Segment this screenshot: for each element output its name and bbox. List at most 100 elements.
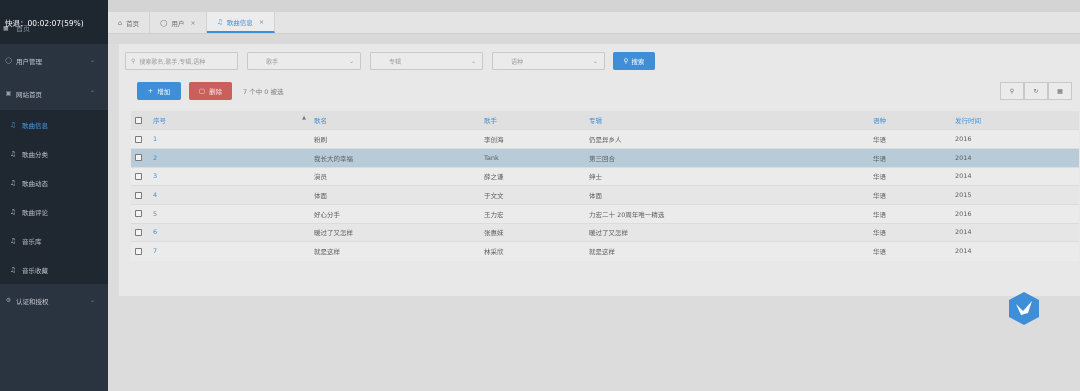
user-icon: ◯	[5, 57, 12, 64]
bird-logo-icon	[1009, 292, 1039, 325]
sidebar-header: ■ 首页 快退：00:02:07(59%)	[0, 0, 108, 44]
cell-singer: Tank	[480, 147, 585, 168]
music-icon: ♫	[10, 178, 16, 187]
language-select[interactable]: 语种 ⌄	[492, 52, 605, 70]
search-button-label: 搜索	[631, 58, 645, 66]
sort-up-icon[interactable]: ▲	[302, 115, 306, 121]
cell-song: 粉刷	[310, 129, 480, 149]
cell-release: 2014	[951, 222, 1079, 242]
playback-status-overlay: 快退：00:02:07(59%)	[5, 19, 84, 28]
cell-singer: 薛之谦	[480, 166, 585, 186]
row-checkbox[interactable]	[131, 241, 149, 261]
column-header-album[interactable]: 专辑	[585, 111, 869, 130]
tab-user[interactable]: ◯ 用户 ×	[150, 12, 207, 33]
sidebar-item-music-library[interactable]: ♫ 音乐库	[0, 226, 108, 255]
cell-language: 华语	[869, 166, 951, 186]
columns-button[interactable]: ▦	[1048, 82, 1072, 100]
sidebar: ■ 首页 快退：00:02:07(59%) ◯ 用户管理 ⌄ ▣ 网站首页 ⌃ …	[0, 0, 108, 391]
music-icon: ♫	[10, 120, 16, 129]
sidebar-item-song-info[interactable]: ♫ 歌曲信息	[0, 110, 108, 139]
refresh-button[interactable]: ↻	[1024, 82, 1048, 100]
cell-index: 5	[149, 203, 310, 224]
cell-song: 就是这样	[310, 241, 480, 261]
close-icon[interactable]: ×	[259, 18, 264, 26]
chevron-down-icon: ⌄	[592, 57, 598, 65]
filter-bar: ⚲ 搜索歌名,歌手,专辑,语种 歌手 ⌄ 专辑 ⌄ 语种 ⌄ ⚲ 搜索	[125, 52, 655, 70]
delete-button[interactable]: ▢ 删除	[189, 82, 232, 100]
row-checkbox[interactable]	[131, 166, 149, 186]
row-checkbox[interactable]	[131, 129, 149, 149]
home-icon: ⌂	[118, 18, 123, 27]
row-checkbox[interactable]	[131, 147, 149, 168]
cell-album: 力宏二十 20周年唯一精选	[585, 203, 869, 224]
album-placeholder: 专辑	[389, 58, 402, 66]
cell-singer: 李创海	[480, 129, 585, 149]
table-row[interactable]: 1 粉刷 李创海 仍是异乡人 华语 2016	[131, 129, 1079, 149]
column-header-singer[interactable]: 歌手	[480, 111, 585, 130]
sidebar-item-music-favorites[interactable]: ♫ 音乐收藏	[0, 255, 108, 284]
cell-language: 华语	[869, 185, 951, 205]
table-row[interactable]: 4 体面 于文文 体面 华语 2015	[131, 185, 1079, 205]
column-header-release[interactable]: 发行时间	[951, 111, 1079, 130]
cell-album: 仍是异乡人	[585, 129, 869, 149]
close-icon[interactable]: ×	[190, 19, 195, 27]
sidebar-item-label: 用户管理	[16, 57, 42, 66]
cell-language: 华语	[869, 222, 951, 242]
search-input[interactable]: ⚲ 搜索歌名,歌手,专辑,语种	[125, 52, 238, 70]
select-all-checkbox[interactable]	[131, 111, 149, 130]
column-header-song[interactable]: 歌名	[310, 111, 480, 130]
cell-album: 就是这样	[585, 241, 869, 261]
tabs: ⌂ 首页 ◯ 用户 × ♫ 歌曲信息 ×	[108, 12, 1080, 34]
cell-index: 4	[149, 185, 310, 205]
table-row[interactable]: 2 我长大的幸福 Tank 第三回合 华语 2014	[131, 147, 1079, 168]
gear-icon: ⚙	[5, 297, 12, 304]
search-placeholder: 搜索歌名,歌手,专辑,语种	[139, 58, 206, 66]
row-checkbox[interactable]	[131, 203, 149, 224]
column-header-index[interactable]: 序号 ▲	[149, 111, 310, 130]
cell-singer: 林采欣	[480, 241, 585, 261]
row-checkbox[interactable]	[131, 222, 149, 242]
table-row[interactable]: 7 就是这样 林采欣 就是这样 华语 2014	[131, 241, 1079, 261]
cell-singer: 王力宏	[480, 203, 585, 224]
sidebar-item-label: 歌曲信息	[22, 121, 48, 130]
sidebar-item-song-comments[interactable]: ♫ 歌曲评论	[0, 197, 108, 226]
cell-song: 体面	[310, 185, 480, 205]
trash-icon: ▢	[198, 87, 206, 95]
user-icon: ◯	[160, 18, 168, 27]
table-toolbar: ⚲ ↻ ▦	[1000, 82, 1072, 100]
action-bar: + 增加 ▢ 删除 7 个中 0 被选	[137, 82, 283, 100]
cell-singer: 于文文	[480, 185, 585, 205]
sidebar-item-label: 歌曲分类	[22, 150, 48, 159]
cell-song: 演员	[310, 166, 480, 186]
row-checkbox[interactable]	[131, 185, 149, 205]
search-button[interactable]: ⚲ 搜索	[613, 52, 655, 70]
sidebar-item-song-news[interactable]: ♫ 歌曲动态	[0, 168, 108, 197]
cell-language: 华语	[869, 129, 951, 149]
sidebar-item-label: 歌曲评论	[22, 208, 48, 217]
refresh-icon: ↻	[1033, 87, 1039, 95]
cell-index: 2	[149, 147, 310, 168]
table-row[interactable]: 3 演员 薛之谦 绅士 华语 2014	[131, 166, 1079, 186]
add-button-label: 增加	[157, 88, 171, 96]
music-icon: ♫	[10, 207, 16, 216]
table-row[interactable]: 5 好心分手 王力宏 力宏二十 20周年唯一精选 华语 2016	[131, 203, 1079, 224]
cell-album: 体面	[585, 185, 869, 205]
tab-bar: ⌂ 首页 ◯ 用户 × ♫ 歌曲信息 ×	[108, 0, 1080, 44]
tab-home[interactable]: ⌂ 首页	[108, 12, 151, 33]
singer-select[interactable]: 歌手 ⌄	[247, 52, 361, 70]
sidebar-item-song-category[interactable]: ♫ 歌曲分类	[0, 139, 108, 168]
sidebar-item-user-management[interactable]: ◯ 用户管理 ⌄	[0, 44, 108, 77]
sidebar-item-site-home[interactable]: ▣ 网站首页 ⌃	[0, 77, 108, 110]
search-tool-button[interactable]: ⚲	[1000, 82, 1024, 100]
sidebar-item-label: 歌曲动态	[22, 179, 48, 188]
language-placeholder: 语种	[511, 58, 524, 66]
sidebar-item-auth[interactable]: ⚙ 认证和授权 ⌄	[0, 284, 108, 317]
chevron-down-icon: ⌄	[348, 57, 354, 65]
column-header-language[interactable]: 语种	[869, 111, 951, 130]
add-button[interactable]: + 增加	[137, 82, 181, 100]
music-icon: ♫	[10, 149, 16, 158]
album-select[interactable]: 专辑 ⌄	[370, 52, 483, 70]
tab-song-info[interactable]: ♫ 歌曲信息 ×	[206, 12, 276, 33]
tab-label: 歌曲信息	[226, 18, 253, 27]
table-row[interactable]: 6 暖过了又怎样 张惠妹 暖过了又怎样 华语 2014	[131, 222, 1079, 242]
